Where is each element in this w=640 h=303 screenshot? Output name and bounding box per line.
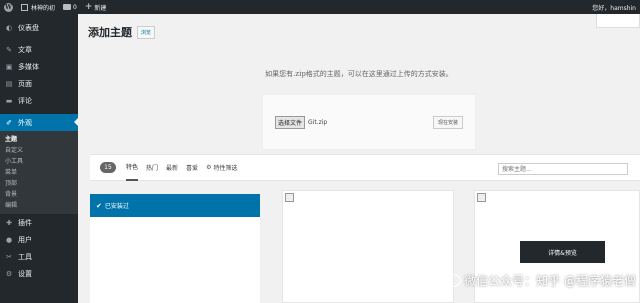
menu-item-dashboard[interactable]: ◐ 仪表盘 [0, 19, 78, 36]
page-icon: ▤ [5, 79, 13, 88]
comment-icon: ▬ [5, 96, 13, 105]
wechat-icon [445, 274, 462, 287]
menu-label: 文章 [18, 45, 32, 54]
menu-item-pages[interactable]: ▤ 页面 [0, 75, 78, 92]
site-name-link[interactable]: 林神的初 [17, 0, 59, 14]
wrench-icon: ✂ [6, 252, 12, 261]
broken-image-icon [285, 193, 294, 202]
menu-label: 用户 [18, 235, 32, 244]
user-icon: ● [5, 235, 13, 244]
browse-button[interactable]: 浏览 [137, 25, 156, 39]
page-title: 添加主题 [88, 26, 132, 39]
menu-item-users[interactable]: ● 用户 [0, 231, 78, 248]
details-preview-button[interactable]: 详情&预览 [520, 241, 605, 263]
watermark-text: 微信公众号：知乎 @程序猿老僧 [464, 274, 636, 288]
tab-popular[interactable]: 热门 [146, 154, 158, 181]
help-tab[interactable] [596, 14, 640, 28]
greeting: 您好，hamshin [592, 4, 636, 12]
menu-label: 页面 [18, 79, 32, 88]
selected-file-name: Git.zip [308, 118, 328, 126]
tab-featured[interactable]: 特色 [126, 154, 139, 181]
menu-item-plugins[interactable]: ✚ 插件 [0, 214, 78, 231]
plugin-icon: ✚ [6, 218, 12, 227]
theme-count-badge: 15 [100, 162, 116, 173]
media-icon: ▣ [5, 62, 13, 71]
feature-filter-label: 特性筛选 [213, 165, 238, 172]
home-icon [21, 3, 28, 11]
settings-icon: ⚙ [5, 269, 13, 278]
menu-item-media[interactable]: ▣ 多媒体 [0, 58, 78, 75]
choose-file-button[interactable]: 选择文件 [275, 115, 306, 129]
menu-item-appearance[interactable]: ✐ 外观 [0, 114, 78, 131]
wordpress-icon: W [4, 2, 13, 12]
tab-latest[interactable]: 最新 [166, 154, 178, 181]
submenu-item-header[interactable]: 顶部 [0, 177, 78, 188]
upload-form: 选择文件 Git.zip 现在安装 [262, 94, 476, 150]
new-label: 新建 [94, 4, 107, 12]
comment-icon [63, 4, 72, 10]
main-content: 添加主题 浏览 如果您有.zip格式的主题，可以在这里通过上传的方式安装。 选择… [78, 14, 640, 303]
appearance-icon: ✐ [6, 118, 12, 127]
plus-icon: + [84, 2, 93, 12]
admin-bar: W 林神的初 0 + 新建 您好，hamshin [0, 0, 640, 14]
menu-item-tools[interactable]: ✂ 工具 [0, 248, 78, 265]
menu-item-settings[interactable]: ⚙ 设置 [0, 265, 78, 282]
menu-label: 仪表盘 [18, 23, 39, 32]
checkmark-icon: ✔ [96, 201, 102, 210]
installed-tab[interactable]: ✔ 已安装过 [90, 194, 260, 217]
broken-image-icon [477, 193, 486, 202]
menu-label: 工具 [18, 252, 32, 261]
submenu-item-background[interactable]: 背景 [0, 188, 78, 199]
tab-favorites[interactable]: 喜爱 [186, 154, 198, 181]
feature-filter-link[interactable]: ⚙ 特性筛选 [206, 154, 237, 181]
upload-hint: 如果您有.zip格式的主题，可以在这里通过上传的方式安装。 [265, 70, 453, 78]
new-content-link[interactable]: + 新建 [81, 0, 111, 14]
appearance-submenu: 主题 自定义 小工具 菜单 顶部 背景 编辑 [0, 131, 78, 214]
theme-card[interactable] [282, 190, 454, 303]
install-now-button[interactable]: 现在安装 [432, 115, 463, 129]
theme-filter-bar: 15 特色 热门 最新 喜爱 ⚙ 特性筛选 [90, 154, 640, 181]
installed-label: 已安装过 [104, 203, 129, 210]
submenu-item-editor[interactable]: 编辑 [0, 199, 78, 210]
menu-label: 外观 [18, 118, 32, 127]
pin-icon: ✎ [6, 45, 12, 54]
page-header: 添加主题 浏览 [88, 24, 156, 40]
submenu-item-themes[interactable]: 主题 [0, 133, 78, 144]
submenu-item-widgets[interactable]: 小工具 [0, 155, 78, 166]
menu-label: 多媒体 [18, 62, 39, 71]
menu-label: 插件 [18, 218, 32, 227]
wordpress-logo[interactable]: W [0, 0, 17, 14]
menu-item-posts[interactable]: ✎ 文章 [0, 41, 78, 58]
comments-link[interactable]: 0 [59, 0, 81, 14]
my-account-link[interactable]: 您好，hamshin [588, 0, 640, 14]
installed-panel: ✔ 已安装过 [90, 194, 260, 303]
watermark: 微信公众号：知乎 @程序猿老僧 [445, 272, 636, 289]
gear-icon: ⚙ [206, 164, 212, 171]
submenu-item-customize[interactable]: 自定义 [0, 144, 78, 155]
site-name: 林神的初 [31, 4, 56, 12]
dashboard-icon: ◐ [5, 23, 13, 32]
menu-label: 评论 [18, 96, 32, 105]
admin-sidebar: ◐ 仪表盘 ✎ 文章 ▣ 多媒体 ▤ 页面 ▬ 评论 ✐ 外观 主题 自定义 小… [0, 14, 78, 303]
theme-search-input[interactable] [498, 163, 628, 175]
menu-item-comments[interactable]: ▬ 评论 [0, 92, 78, 109]
menu-label: 设置 [18, 269, 32, 278]
submenu-item-menus[interactable]: 菜单 [0, 166, 78, 177]
comments-count: 0 [73, 3, 77, 11]
